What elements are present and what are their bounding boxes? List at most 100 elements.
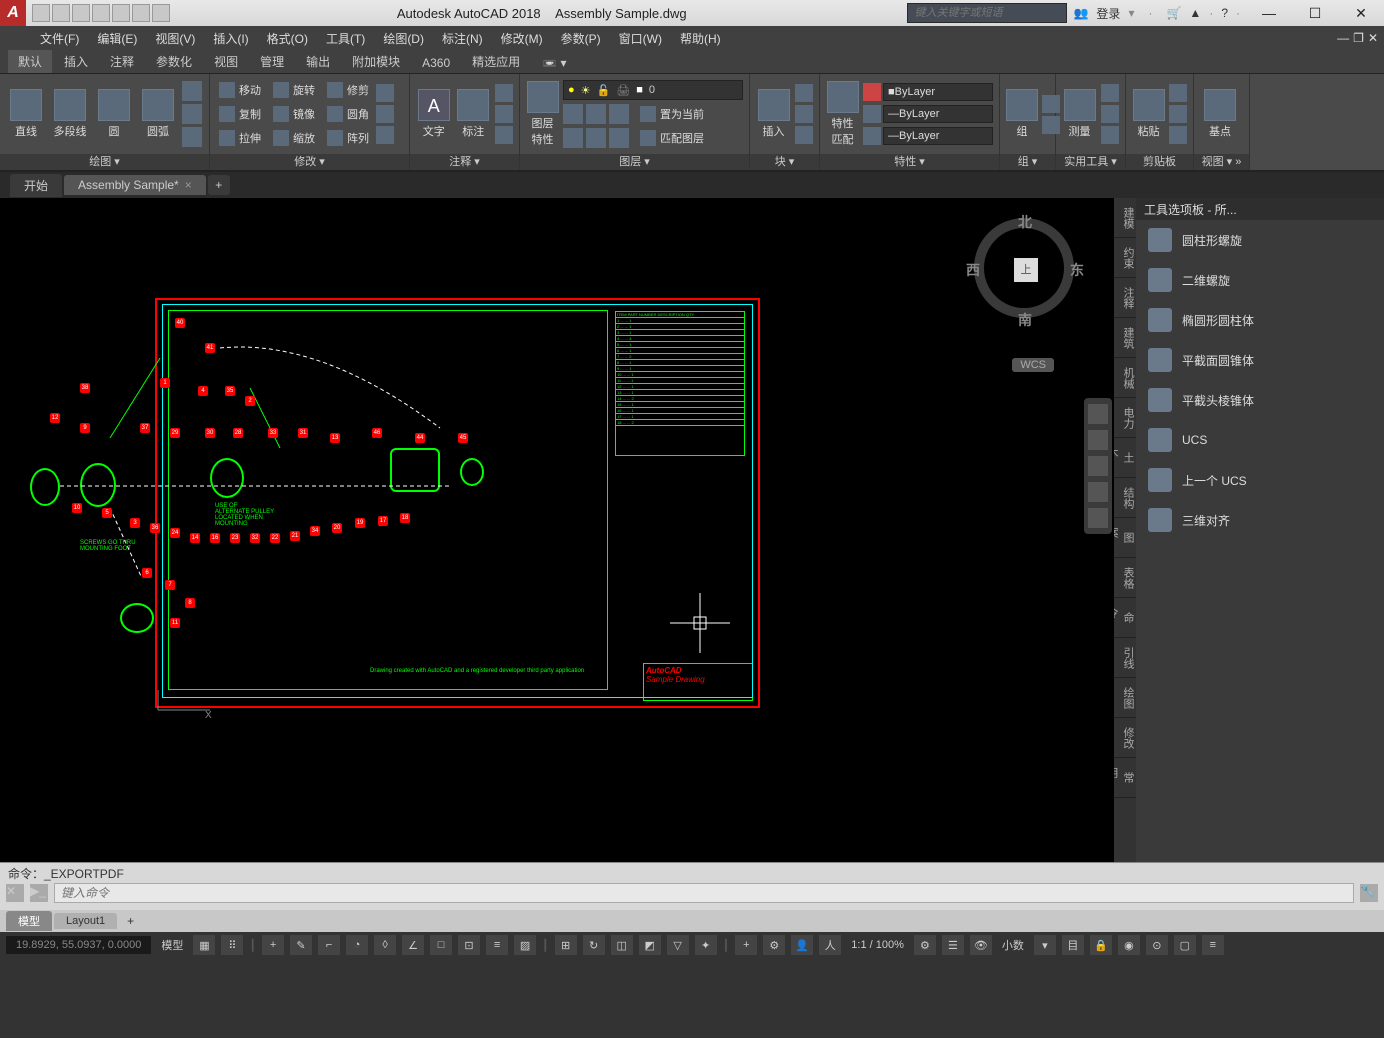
mirror-button[interactable]: 镜像 [270, 105, 318, 123]
command-customize-icon[interactable]: 🔧 [1360, 884, 1378, 902]
palette-tab-draw[interactable]: 绘图 [1114, 678, 1136, 718]
color-icon[interactable] [863, 83, 881, 101]
menu-dimension[interactable]: 标注(N) [442, 30, 483, 47]
dimension-button[interactable]: 标注 [456, 89, 492, 139]
hatch-icon[interactable] [182, 104, 202, 124]
panel-util-title[interactable]: 实用工具 ▾ [1056, 154, 1125, 170]
table-icon[interactable] [495, 105, 513, 123]
palette-tab-annot[interactable]: 注释 [1114, 278, 1136, 318]
palette-tab-hatch[interactable]: 图案... [1114, 518, 1136, 558]
trim-button[interactable]: 修剪 [324, 81, 372, 99]
color-dropdown[interactable]: ■ ByLayer [883, 83, 993, 101]
fillet-button[interactable]: 圆角 [324, 105, 372, 123]
tool-frustum-cone[interactable]: 平截面圆锥体 [1136, 340, 1384, 380]
palette-tab-constraint[interactable]: 约束 [1114, 238, 1136, 278]
doc-minimize-icon[interactable]: — [1337, 31, 1349, 45]
layer-icon-2[interactable] [586, 104, 606, 124]
status-visual-icon[interactable]: ☰ [942, 935, 964, 955]
command-close-icon[interactable]: ✕ [6, 884, 24, 902]
linetype-icon[interactable] [863, 127, 881, 145]
stretch-button[interactable]: 拉伸 [216, 129, 264, 147]
linetype-dropdown[interactable]: — ByLayer [883, 127, 993, 145]
qat-saveas-icon[interactable] [92, 4, 110, 22]
status-clean-icon[interactable]: ▢ [1174, 935, 1196, 955]
maximize-button[interactable]: ☐ [1292, 0, 1338, 26]
status-annomon-icon[interactable]: + [735, 935, 757, 955]
panel-draw-title[interactable]: 绘图 ▾ [0, 154, 209, 170]
layer-icon-1[interactable] [563, 104, 583, 124]
file-tab-close-icon[interactable]: × [185, 178, 192, 192]
drawing-canvas[interactable]: AutoCADSample Drawing ITEM PART NUMBER D… [0, 198, 1114, 862]
create-block-icon[interactable] [795, 84, 813, 102]
group-button[interactable]: 组 [1006, 89, 1038, 139]
layer-icon-5[interactable] [586, 128, 606, 148]
explode-icon[interactable] [376, 105, 394, 123]
erase-icon[interactable] [376, 84, 394, 102]
cut-icon[interactable] [1169, 84, 1187, 102]
offset-icon[interactable] [376, 126, 394, 144]
status-2d-osnap-icon[interactable]: ⊡ [458, 935, 480, 955]
move-button[interactable]: 移动 [216, 81, 264, 99]
menu-modify[interactable]: 修改(M) [501, 30, 543, 47]
tool-ellipse-cylinder[interactable]: 椭圆形圆柱体 [1136, 300, 1384, 340]
tool-3d-align[interactable]: 三维对齐 [1136, 500, 1384, 540]
ribbon-tab-addins[interactable]: 附加模块 [342, 50, 410, 73]
status-hardware-icon[interactable]: ◉ [1118, 935, 1140, 955]
tool-2d-spiral[interactable]: 二维螺旋 [1136, 260, 1384, 300]
status-units-icon[interactable]: ▾ [1034, 935, 1056, 955]
layer-dropdown[interactable]: ●☀🔓🖨■0 [563, 80, 743, 100]
status-grid-icon[interactable]: ▦ [193, 935, 215, 955]
tool-ucs[interactable]: UCS [1136, 420, 1384, 460]
status-transparency-icon[interactable]: ▨ [514, 935, 536, 955]
help-icon[interactable]: ? [1221, 6, 1228, 20]
tool-frustum-pyramid[interactable]: 平截头棱锥体 [1136, 380, 1384, 420]
status-infer-icon[interactable]: + [262, 935, 284, 955]
nav-wheel-icon[interactable] [1088, 404, 1108, 424]
ribbon-tab-featured[interactable]: 精选应用 [462, 50, 530, 73]
search-input[interactable] [907, 3, 1067, 23]
qat-undo-icon[interactable] [132, 4, 150, 22]
menu-parametric[interactable]: 参数(P) [561, 30, 601, 47]
close-button[interactable]: ✕ [1338, 0, 1384, 26]
status-gizmo-icon[interactable]: ✦ [695, 935, 717, 955]
text-button[interactable]: A文字 [416, 89, 452, 139]
lineweight-icon[interactable] [863, 105, 881, 123]
arc-button[interactable]: 圆弧 [138, 89, 178, 139]
palette-tab-elec[interactable]: 电力 [1114, 398, 1136, 438]
insert-block-button[interactable]: 插入 [756, 89, 791, 139]
exchange-icon[interactable]: 🛒 [1166, 6, 1181, 20]
a360-icon[interactable]: ▲ [1189, 6, 1201, 20]
layout-layout1-tab[interactable]: Layout1 [54, 913, 117, 929]
panel-block-title[interactable]: 块 ▾ [750, 154, 819, 170]
status-sc-icon[interactable]: ⊞ [555, 935, 577, 955]
file-tab-add[interactable]: + [208, 175, 230, 195]
status-zoom[interactable]: 1:1 / 100% [847, 939, 908, 951]
line-button[interactable]: 直线 [6, 89, 46, 139]
file-tab-start[interactable]: 开始 [10, 174, 62, 197]
palette-tab-mech[interactable]: 机械 [1114, 358, 1136, 398]
palette-tab-cmd[interactable]: 命令... [1114, 598, 1136, 638]
menu-draw[interactable]: 绘图(D) [383, 30, 424, 47]
paste-button[interactable]: 粘贴 [1132, 89, 1165, 139]
status-customize-icon[interactable]: ≡ [1202, 935, 1224, 955]
status-snap-icon[interactable]: ⠿ [221, 935, 243, 955]
menu-insert[interactable]: 插入(I) [213, 30, 248, 47]
viewcube-top-face[interactable]: 上 [1014, 258, 1038, 282]
status-precision[interactable]: 小数 [998, 937, 1028, 953]
nav-orbit-icon[interactable] [1088, 482, 1108, 502]
palette-tab-common[interactable]: 常用... [1114, 758, 1136, 798]
status-iso-icon[interactable]: ◊ [374, 935, 396, 955]
status-otrack-icon[interactable]: □ [430, 935, 452, 955]
tool-ucs-prev[interactable]: 上一个 UCS [1136, 460, 1384, 500]
qat-open-icon[interactable] [52, 4, 70, 22]
match-properties-button[interactable]: 特性 匹配 [826, 81, 859, 147]
ribbon-tab-view[interactable]: 视图 [204, 50, 248, 73]
qat-save-icon[interactable] [72, 4, 90, 22]
layer-properties-button[interactable]: 图层 特性 [526, 81, 559, 147]
viewcube[interactable]: 上 北 南 西 东 [974, 218, 1074, 318]
set-current-layer[interactable]: 置为当前 [637, 104, 707, 124]
panel-group-title[interactable]: 组 ▾ [1000, 154, 1055, 170]
ribbon-tab-insert[interactable]: 插入 [54, 50, 98, 73]
paste-special-icon[interactable] [1169, 126, 1187, 144]
minimize-button[interactable]: — [1246, 0, 1292, 26]
